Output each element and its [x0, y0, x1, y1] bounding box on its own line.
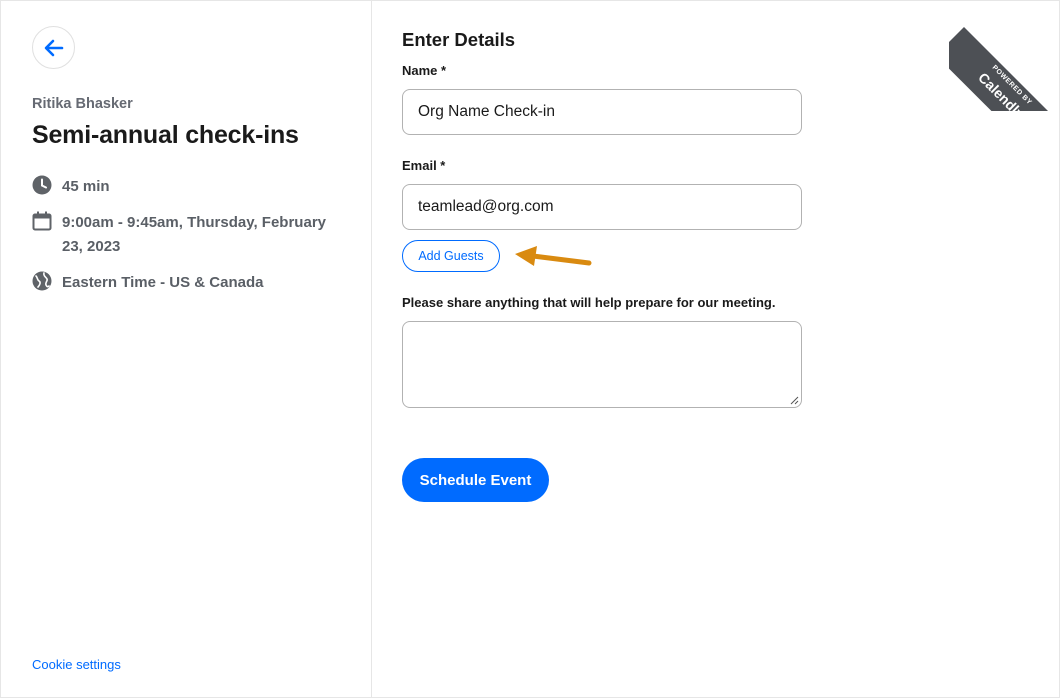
duration-text: 45 min [62, 178, 110, 195]
cookie-settings-link[interactable]: Cookie settings [32, 657, 121, 672]
annotation-arrow-icon [515, 246, 592, 266]
arrow-left-icon [44, 39, 63, 56]
event-timezone: Eastern Time - US & Canada [32, 271, 347, 295]
add-guests-button[interactable]: Add Guests [402, 240, 500, 272]
form-heading: Enter Details [402, 29, 516, 50]
email-field[interactable]: teamlead@org.com [402, 184, 802, 230]
event-info-panel: Ritika Bhasker Semi-annual check-ins 45 … [1, 1, 372, 697]
back-button[interactable] [32, 26, 75, 69]
globe-icon [32, 271, 52, 291]
clock-icon [32, 175, 52, 195]
schedule-event-button[interactable]: Schedule Event [402, 458, 549, 502]
calendar-icon [32, 211, 52, 231]
datetime-text: 9:00am - 9:45am, Thursday, February 23, … [62, 214, 326, 255]
event-datetime: 9:00am - 9:45am, Thursday, February 23, … [32, 211, 347, 259]
notes-textarea[interactable] [402, 321, 802, 408]
resize-grip-icon[interactable] [790, 396, 799, 405]
booking-page: Ritika Bhasker Semi-annual check-ins 45 … [0, 0, 1060, 698]
notes-label: Please share anything that will help pre… [402, 295, 776, 310]
name-field[interactable]: Org Name Check-in [402, 89, 802, 135]
timezone-text: Eastern Time - US & Canada [62, 274, 264, 291]
email-label: Email * [402, 158, 446, 173]
ribbon-band: POWERED BY Calendly [949, 27, 1059, 111]
event-duration: 45 min [32, 175, 347, 199]
event-title: Semi-annual check-ins [32, 121, 299, 149]
organizer-name: Ritika Bhasker [32, 96, 133, 112]
powered-by-ribbon[interactable]: POWERED BY Calendly [949, 1, 1059, 111]
name-label: Name * [402, 63, 447, 78]
